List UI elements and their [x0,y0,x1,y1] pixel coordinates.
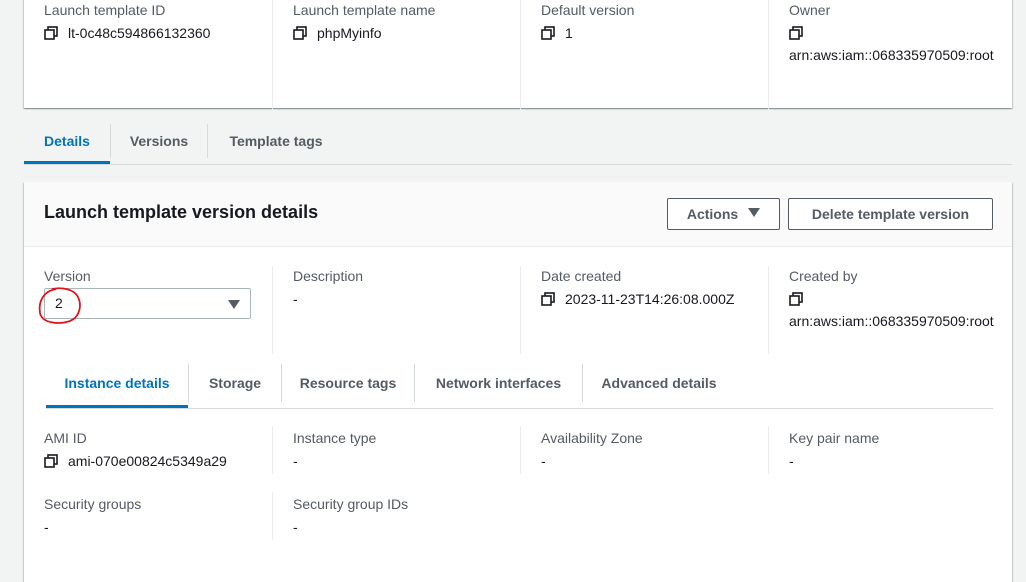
launch-template-name: phpMyinfo [317,25,382,41]
security-group-ids-value: - [293,519,298,535]
instance-type-value: - [293,453,298,469]
field-label: Owner [789,2,831,18]
date-created-label: Date created [541,268,622,284]
launch-template-id: lt-0c48c594866132360 [68,25,211,41]
owner-value: arn:aws:iam::068335970509:root [789,47,994,63]
caret-down-icon [228,297,240,313]
tab-storage[interactable]: Storage [189,358,281,408]
copy-icon[interactable] [789,26,803,40]
actions-button[interactable]: Actions [667,198,780,230]
hand-drawn-circle-annotation [38,287,81,324]
key-pair-field: Key pair name - [768,426,1012,474]
sub-tabs-underline [46,408,993,409]
copy-icon[interactable] [44,454,58,468]
created-by-value: arn:aws:iam::068335970509:root [789,313,994,329]
description-field: Description - [272,266,520,354]
instance-type-label: Instance type [293,430,377,446]
tab-resource-tags[interactable]: Resource tags [282,358,414,408]
key-pair-label: Key pair name [789,430,880,446]
panel-title: Launch template version details [44,202,319,222]
default-version-value: 1 [565,25,573,41]
key-pair-value: - [789,453,794,469]
tabs-underline [24,164,1012,165]
copy-icon[interactable] [789,292,803,306]
description-value: - [293,291,298,307]
security-groups-label: Security groups [44,496,142,512]
availability-zone-field: Availability Zone - [520,426,768,474]
tab-instance-details[interactable]: Instance details [46,358,188,408]
security-group-ids-field: Security group IDs - [272,492,520,540]
security-group-ids-label: Security group IDs [293,496,409,512]
tab-template-tags[interactable]: Template tags [208,118,344,164]
description-label: Description [293,268,364,284]
field-label: Default version [541,2,635,18]
field-label: Launch template ID [44,2,166,18]
security-groups-field: Security groups - [24,494,272,538]
security-groups-value: - [44,519,49,535]
summary-field-default-version: Default version 1 [520,0,768,110]
main-tabs: Details Versions Template tags [24,118,344,164]
copy-icon[interactable] [541,26,555,40]
delete-template-version-button[interactable]: Delete template version [788,198,993,230]
availability-zone-label: Availability Zone [541,430,643,446]
availability-zone-value: - [541,453,546,469]
ami-id-field: AMI ID ami-070e00824c5349a29 [24,428,272,472]
summary-field-id: Launch template ID lt-0c48c594866132360 [24,0,272,44]
copy-icon[interactable] [44,26,58,40]
actions-label: Actions [686,206,739,222]
created-by-field: Created by arn:aws:iam::068335970509:roo… [768,266,1012,354]
version-details-panel: Launch template version details Actions … [24,182,1012,582]
tab-details[interactable]: Details [24,118,110,164]
sub-tabs: Instance details Storage Resource tags N… [46,358,735,408]
caret-down-icon [748,207,761,221]
summary-field-owner: Owner arn:aws:iam::068335970509:root [768,0,1012,110]
date-created-value: 2023-11-23T14:26:08.000Z [565,291,735,307]
tab-versions[interactable]: Versions [111,118,207,164]
panel-header: Launch template version details Actions … [24,182,1012,247]
date-created-field: Date created 2023-11-23T14:26:08.000Z [520,266,768,354]
summary-field-name: Launch template name phpMyinfo [272,0,520,110]
ami-id-value: ami-070e00824c5349a29 [68,453,227,469]
copy-icon[interactable] [293,26,307,40]
field-label: Launch template name [293,2,436,18]
template-summary-panel: Launch template ID lt-0c48c594866132360 … [24,0,1012,110]
copy-icon[interactable] [541,292,555,306]
created-by-label: Created by [789,268,858,284]
tab-advanced-details[interactable]: Advanced details [583,358,735,408]
ami-id-label: AMI ID [44,430,87,446]
instance-type-field: Instance type - [272,426,520,474]
tab-network-interfaces[interactable]: Network interfaces [415,358,582,408]
